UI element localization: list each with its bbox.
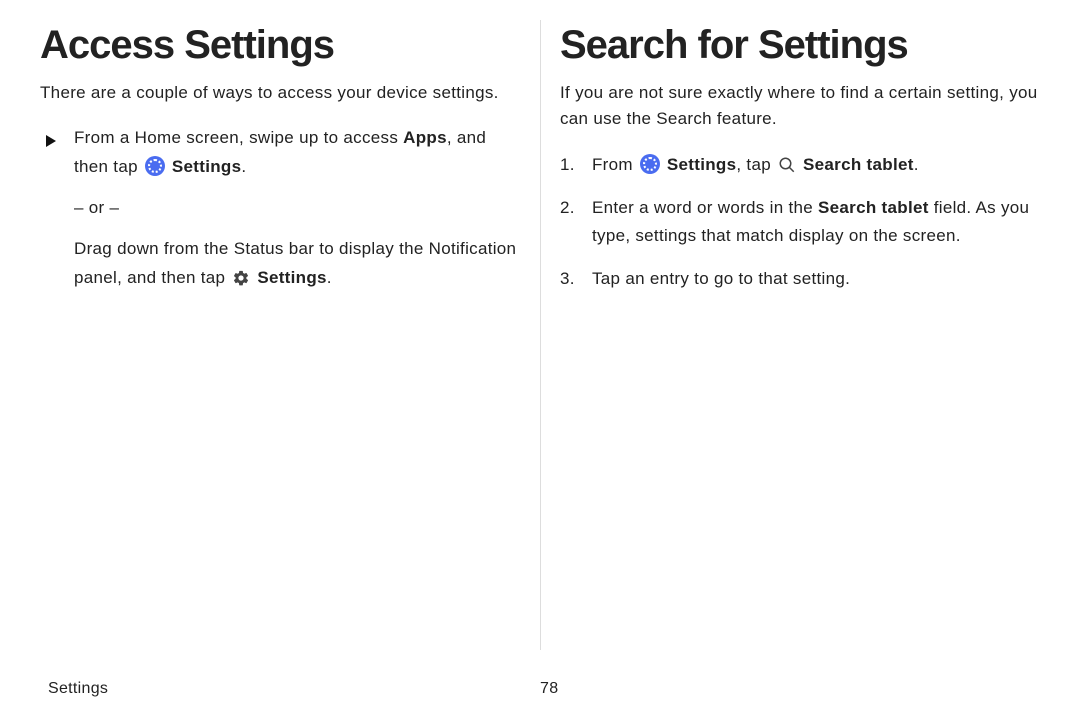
- bullet-line-1: From a Home screen, swipe up to access A…: [74, 124, 520, 182]
- right-column: Search for Settings If you are not sure …: [560, 24, 1040, 640]
- left-column: Access Settings There are a couple of wa…: [40, 24, 520, 640]
- steps-list: From Settings, tap Search tablet. Enter …: [560, 151, 1040, 295]
- apps-label: Apps: [403, 128, 447, 147]
- bullet-line-2: Drag down from the Status bar to display…: [74, 235, 520, 293]
- heading-search-settings: Search for Settings: [560, 24, 1040, 66]
- text: .: [241, 157, 246, 176]
- text: From: [592, 155, 638, 174]
- step-2: Enter a word or words in the Search tabl…: [560, 194, 1040, 252]
- text: Enter a word or words in the: [592, 198, 818, 217]
- search-tablet-label: Search tablet: [818, 198, 929, 217]
- footer: Settings 78: [48, 680, 1032, 698]
- step-1: From Settings, tap Search tablet.: [560, 151, 1040, 180]
- search-tablet-label: Search tablet: [798, 155, 914, 174]
- text: Tap an entry to go to that setting.: [592, 265, 850, 294]
- search-icon: [778, 156, 796, 174]
- settings-label: Settings: [252, 268, 327, 287]
- settings-label: Settings: [662, 155, 737, 174]
- step-3: Tap an entry to go to that setting.: [560, 265, 1040, 294]
- settings-gear-gray-icon: [232, 269, 250, 287]
- settings-gear-blue-icon: [640, 154, 660, 174]
- text: .: [327, 268, 332, 287]
- intro-left: There are a couple of ways to access you…: [40, 80, 520, 106]
- bullet-item: From a Home screen, swipe up to access A…: [46, 124, 520, 304]
- or-separator: – or –: [74, 194, 520, 223]
- heading-access-settings: Access Settings: [40, 24, 520, 66]
- text: From a Home screen, swipe up to access: [74, 128, 403, 147]
- settings-gear-blue-icon: [145, 156, 165, 176]
- settings-label: Settings: [167, 157, 242, 176]
- column-divider: [540, 20, 541, 650]
- footer-section: Settings: [48, 680, 540, 698]
- triangle-bullet-icon: [46, 124, 60, 304]
- bullet-body: From a Home screen, swipe up to access A…: [74, 124, 520, 304]
- footer-page-number: 78: [540, 680, 1032, 698]
- intro-right: If you are not sure exactly where to fin…: [560, 80, 1040, 133]
- text: .: [914, 155, 919, 174]
- text: , tap: [736, 155, 776, 174]
